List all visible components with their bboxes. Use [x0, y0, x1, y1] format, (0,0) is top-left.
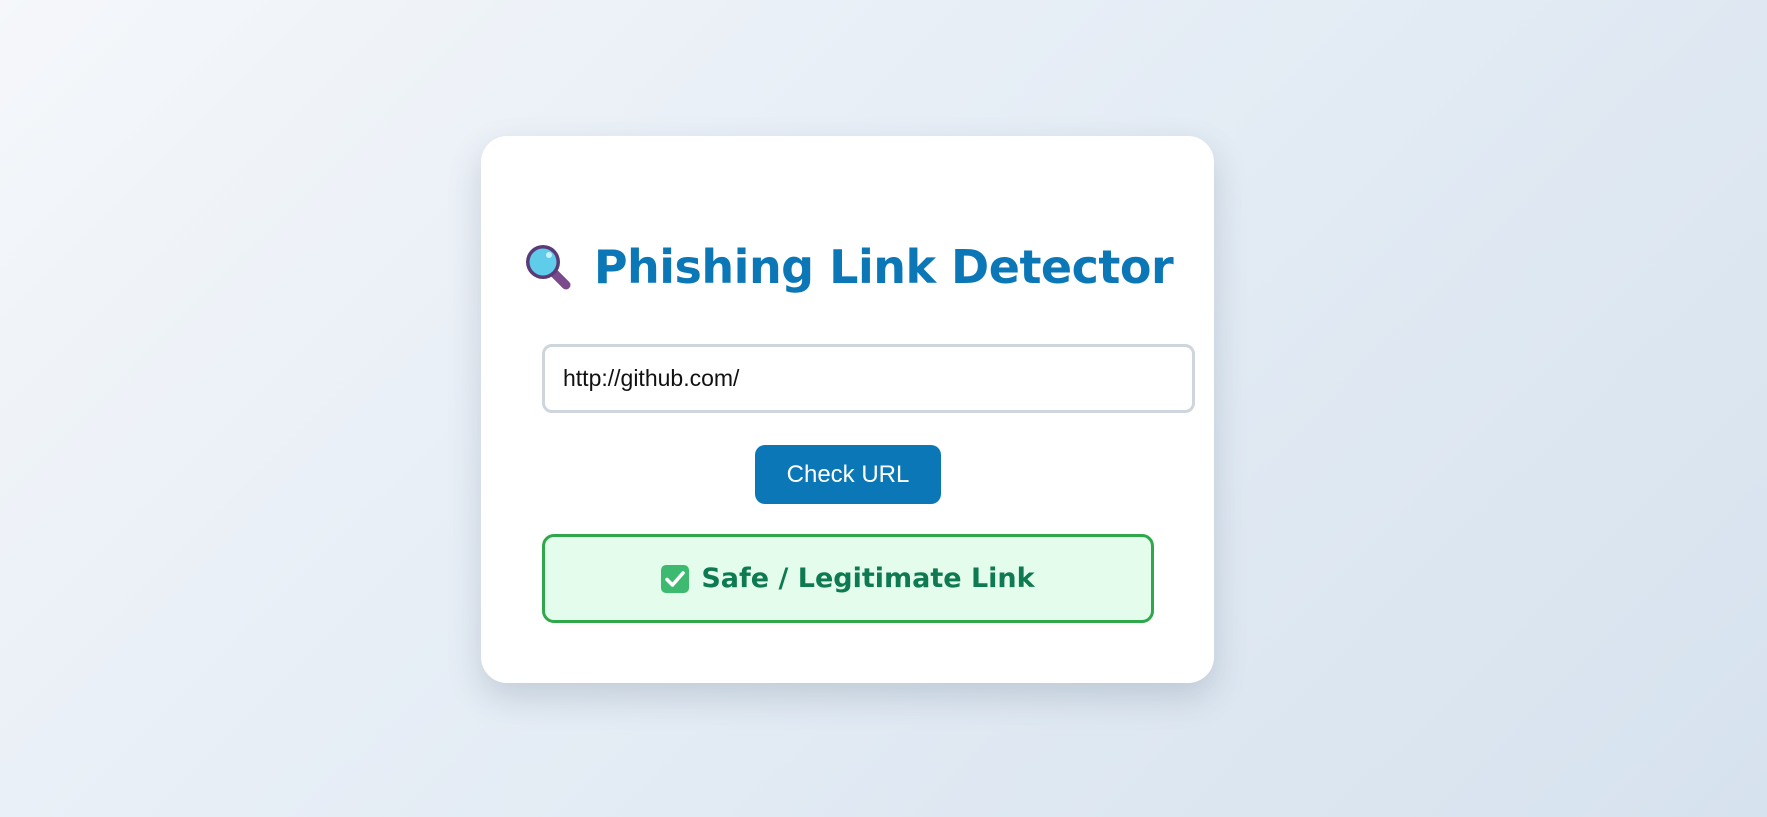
url-input[interactable]: [542, 344, 1195, 413]
check-mark-icon: [661, 564, 690, 593]
check-url-button[interactable]: Check URL: [755, 445, 941, 504]
result-banner: Safe / Legitimate Link: [542, 534, 1154, 623]
page-title: Phishing Link Detector: [593, 240, 1174, 294]
magnifying-glass-icon: [522, 241, 574, 293]
result-text: Safe / Legitimate Link: [701, 563, 1035, 594]
detector-card: Phishing Link Detector Check URL Safe / …: [481, 136, 1214, 683]
header: Phishing Link Detector: [481, 232, 1214, 302]
